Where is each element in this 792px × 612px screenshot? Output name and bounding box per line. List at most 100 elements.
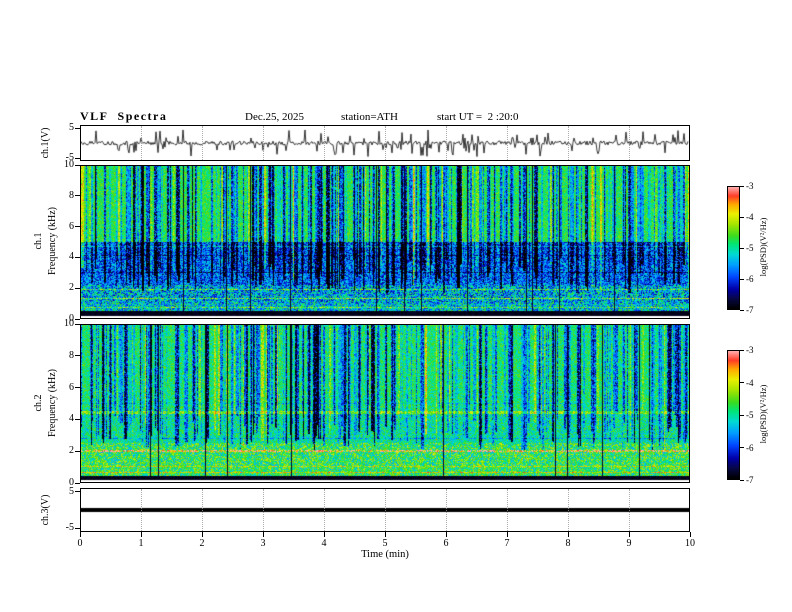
colorbar-tick-label: -3 [746,345,754,355]
minute-gridline [385,126,386,160]
x-tick-label: 7 [504,538,510,549]
y-tick-label: 10 [64,318,74,329]
colorbar-tick-mark [740,309,744,311]
ch2-frequency-ylabel: Frequency (kHz) [47,368,58,438]
y-tick-mark [75,164,80,166]
y-tick-mark [75,287,80,289]
minute-gridline [507,489,508,531]
x-tick-label: 4 [321,538,327,549]
colorbar-tick-label: -6 [746,274,754,284]
y-tick-mark [75,355,80,357]
minute-gridline [629,126,630,160]
minute-gridline [202,126,203,160]
colorbar-tick-label: -6 [746,442,754,453]
ch1-frequency-ylabel: Frequency (kHz) [47,206,58,276]
colorbar-tick-mark [740,216,744,218]
colorbar-tick-mark [740,247,744,249]
colorbar-tick-label: -7 [746,475,754,485]
y-tick-label: 4 [69,251,74,263]
x-tick-mark [567,532,569,537]
figure-start-ut: start UT = 2 :20:0 [437,111,519,123]
colorbar-tick-mark [740,382,744,383]
x-tick-mark [506,532,508,537]
colorbar-tick-label: -4 [746,377,754,388]
colorbar-tick-mark [740,278,744,280]
colorbar-tick-mark [740,414,744,416]
minute-gridline [568,489,569,531]
y-tick-label: 2 [69,445,74,457]
figure-title: VLF Spectra [80,109,168,123]
minute-gridline [324,126,325,160]
colorbar-tick-label: -7 [746,305,754,315]
x-axis-label: Time (min) [361,549,409,560]
x-tick-label: 10 [685,538,695,549]
x-tick-mark [384,532,386,537]
minute-gridline [141,126,142,160]
minute-gridline [385,489,386,531]
minute-gridline [446,126,447,160]
y-tick-label: 5 [69,122,74,133]
minute-gridline [324,489,325,531]
x-tick-label: 5 [382,538,388,549]
minute-gridline [263,489,264,531]
y-tick-mark [75,323,80,325]
y-tick-mark [75,127,80,129]
x-tick-mark [628,532,630,537]
x-tick-mark [79,532,81,537]
ch2-channel-label: ch.2 [33,394,44,412]
x-tick-label: 1 [138,538,144,549]
x-tick-label: 6 [443,538,449,549]
y-tick-mark [75,195,80,197]
y-tick-label: 2 [69,282,74,294]
minute-gridline [568,126,569,160]
minute-gridline [446,489,447,531]
colorbar-ch2 [727,350,740,480]
colorbar-tick-mark [740,447,744,448]
colorbar-ch1 [727,186,740,310]
x-tick-mark [262,532,264,537]
minute-gridline [629,489,630,531]
figure-date: Dec.25, 2025 [245,111,304,123]
x-tick-label: 0 [77,538,83,549]
colorbar-tick-mark [740,479,744,481]
y-tick-mark [75,491,80,493]
colorbar-tick-mark [740,185,744,187]
y-tick-label: 10 [64,159,74,170]
x-tick-label: 8 [565,538,571,549]
y-tick-mark [75,387,80,389]
colorbar-tick-label: -5 [746,410,754,420]
ch1-spectrogram-panel [80,165,690,319]
ch1-channel-label: ch.1 [33,232,44,250]
ch2-spectrogram-panel [80,324,690,483]
figure-station: station=ATH [341,111,398,123]
x-tick-mark [445,532,447,537]
y-tick-label: 8 [69,349,74,361]
x-tick-label: 2 [199,538,205,549]
x-tick-label: 9 [626,538,632,549]
y-tick-mark [75,527,80,529]
x-tick-mark [201,532,203,537]
y-tick-mark [75,450,80,452]
x-tick-mark [140,532,142,537]
colorbar-tick-mark [740,349,744,351]
colorbar-ch2-label: log(PSD)(V²/Hz) [758,384,768,444]
y-tick-label: 6 [69,220,74,232]
colorbar-ch1-gradient [728,187,739,309]
colorbar-tick-label: -5 [746,243,754,253]
colorbar-ch1-label: log(PSD)(V²/Hz) [758,217,768,277]
y-tick-mark [75,256,80,258]
y-tick-label: 6 [69,381,74,393]
colorbar-tick-label: -4 [746,212,754,222]
y-tick-mark [75,226,80,228]
minute-gridline [141,489,142,531]
y-tick-mark [75,418,80,420]
y-tick-mark [75,318,80,320]
y-tick-label: -5 [65,522,74,534]
y-tick-label: 5 [69,485,74,497]
y-tick-mark [75,157,80,159]
minute-gridline [202,489,203,531]
minute-gridline [263,126,264,160]
x-tick-mark [689,532,691,537]
minute-gridline [507,126,508,160]
colorbar-tick-label: -3 [746,181,754,191]
